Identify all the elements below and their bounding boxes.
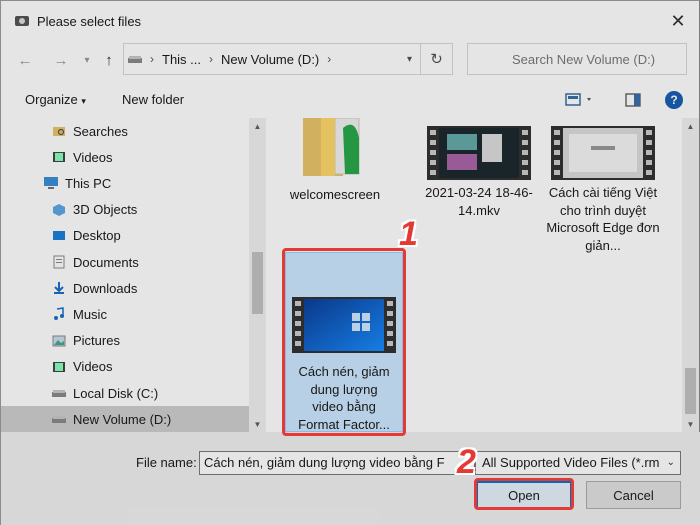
videos-icon (51, 150, 67, 164)
sidebar-item-label: Downloads (73, 280, 138, 296)
annotation-highlight-file (282, 248, 406, 436)
command-toolbar: Organize ▾ New folder ? (1, 85, 700, 115)
documents-icon (51, 255, 67, 269)
breadcrumb-this-pc[interactable]: This ... (162, 52, 201, 67)
downloads-icon (51, 281, 67, 295)
window-title: Please select files (37, 13, 142, 29)
up-button[interactable]: ↑ (97, 49, 121, 71)
sidebar-item-desktop[interactable]: Desktop (1, 223, 249, 249)
breadcrumb-new-volume[interactable]: New Volume (D:) (221, 52, 319, 67)
sidebar-item-documents[interactable]: Documents (1, 249, 249, 275)
search-input[interactable]: Search New Volume (D:) (467, 43, 687, 75)
file-item-folder[interactable]: welcomescreen (275, 118, 395, 208)
back-button[interactable]: ← (13, 49, 37, 71)
drive-icon (51, 386, 67, 400)
sidebar-item-videos[interactable]: Videos (1, 144, 249, 170)
forward-button[interactable]: → (49, 49, 73, 71)
sidebar-item-3d-objects[interactable]: 3D Objects (1, 197, 249, 223)
sidebar-item-downloads[interactable]: Downloads (1, 275, 249, 301)
file-list-scrollbar[interactable]: ▲ ▼ (682, 118, 699, 432)
sidebar-item-new-volume-d[interactable]: New Volume (D:) (1, 406, 249, 432)
file-type-value: All Supported Video Files (*.rm (482, 455, 660, 470)
sidebar-item-label: Desktop (73, 228, 121, 244)
address-bar[interactable]: › This ... › New Volume (D:) › ▾ (123, 43, 421, 75)
scroll-up-icon[interactable]: ▲ (682, 118, 699, 134)
file-name-label: File name: (136, 455, 197, 470)
chevron-down-icon: ▾ (84, 54, 90, 66)
annotation-highlight-open (474, 478, 574, 510)
file-name-input[interactable]: Cách nén, giảm dung lượng video bằng F (199, 451, 475, 475)
chevron-right-icon: › (150, 52, 154, 66)
file-item-video[interactable]: 2021-03-24 18-46-14.mkv (419, 118, 539, 218)
title-bar: Please select files ✕ (1, 1, 700, 41)
folder-icon (275, 118, 395, 180)
sidebar-item-label: New Volume (D:) (73, 411, 172, 427)
file-dialog: Please select files ✕ ← → ▾ ↑ › This ...… (0, 0, 700, 525)
scroll-up-icon[interactable]: ▲ (249, 118, 266, 134)
preview-pane-button[interactable] (625, 93, 641, 110)
drive-icon (51, 412, 67, 426)
annotation-step-2: 2 (457, 443, 476, 481)
organize-button[interactable]: Organize ▾ (25, 92, 86, 107)
sidebar-item-label: Videos (73, 359, 113, 375)
sidebar-item-label: Searches (73, 123, 128, 139)
scroll-down-icon[interactable]: ▼ (249, 416, 266, 432)
arrow-right-icon: → (53, 51, 69, 69)
view-options-button[interactable] (565, 93, 595, 110)
refresh-icon: ↻ (430, 51, 443, 68)
chevron-right-icon: › (327, 52, 332, 66)
help-icon: ? (665, 91, 683, 109)
help-button[interactable]: ? (665, 91, 683, 109)
navigation-scrollbar[interactable]: ▲ ▼ (249, 118, 266, 432)
sidebar-item-label: Music (73, 306, 107, 322)
close-button[interactable]: ✕ (655, 1, 700, 41)
app-icon (13, 14, 31, 28)
chevron-down-icon: ▾ (81, 96, 86, 106)
sidebar-item-pictures[interactable]: Pictures (1, 328, 249, 354)
arrow-left-icon: ← (17, 51, 33, 69)
recent-locations-button[interactable]: ▾ (75, 49, 99, 71)
scrollbar-thumb[interactable] (685, 368, 696, 414)
cancel-button[interactable]: Cancel (586, 481, 681, 509)
sidebar-item-label: Videos (73, 149, 113, 165)
dialog-footer: File name: Cách nén, giảm dung lượng vid… (1, 432, 700, 525)
sidebar-item-label: Documents (73, 254, 139, 270)
scrollbar-thumb[interactable] (252, 252, 263, 314)
file-type-select[interactable]: All Supported Video Files (*.rm ⌄ (475, 451, 681, 475)
annotation-step-1: 1 (399, 215, 418, 253)
video-thumbnail-icon (419, 118, 539, 180)
sidebar-item-videos[interactable]: Videos (1, 354, 249, 380)
new-folder-button[interactable]: New folder (122, 92, 184, 107)
chevron-right-icon: › (209, 52, 214, 66)
file-name: Cách cài tiếng Việt cho trình duyệt Micr… (546, 185, 660, 253)
sidebar-item-label: This PC (65, 175, 112, 191)
pictures-icon (51, 334, 67, 348)
chevron-down-icon: ⌄ (666, 457, 675, 468)
file-name: welcomescreen (289, 187, 381, 202)
sidebar-item-local-disk-c[interactable]: Local Disk (C:) (1, 380, 249, 406)
file-name: 2021-03-24 18-46-14.mkv (425, 185, 533, 218)
close-icon: ✕ (670, 10, 686, 31)
arrow-up-icon: ↑ (105, 51, 113, 69)
videos-icon (51, 360, 67, 374)
navigation-pane: Searches Videos This PC 3D Objects Desktop Do… (1, 118, 267, 432)
computer-icon (43, 176, 59, 190)
sidebar-item-label: Pictures (73, 333, 120, 349)
address-dropdown-icon[interactable]: ▾ (407, 54, 412, 65)
music-icon (51, 307, 67, 321)
desktop-icon (51, 229, 67, 243)
file-item-video[interactable]: Cách cài tiếng Việt cho trình duyệt Micr… (543, 118, 663, 253)
search-folder-icon (51, 124, 67, 138)
search-placeholder: Search New Volume (D:) (512, 51, 656, 67)
sidebar-item-searches[interactable]: Searches (1, 118, 249, 144)
scroll-down-icon[interactable]: ▼ (682, 416, 699, 432)
video-thumbnail-icon (543, 118, 663, 180)
sidebar-item-this-pc[interactable]: This PC (1, 170, 249, 196)
3d-objects-icon (51, 203, 67, 217)
sidebar-item-music[interactable]: Music (1, 301, 249, 327)
sidebar-item-label: Local Disk (C:) (73, 385, 159, 401)
drive-icon (128, 54, 142, 64)
sidebar-item-label: 3D Objects (73, 202, 138, 218)
refresh-button[interactable]: ↻ (421, 43, 453, 75)
